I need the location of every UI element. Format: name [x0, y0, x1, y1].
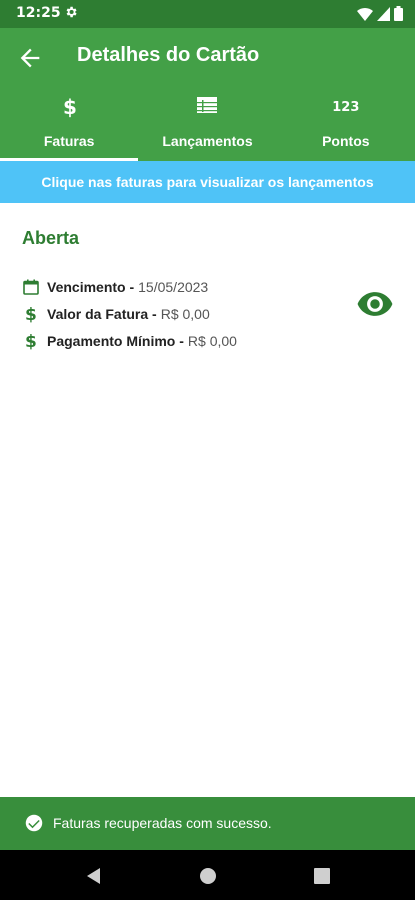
amount-row: $ Valor da Fatura - R$ 0,00 — [22, 305, 210, 323]
tab-lancamentos[interactable]: Lançamentos — [138, 88, 276, 161]
invoice-item[interactable]: Vencimento - 15/05/2023 $ Valor da Fatur… — [0, 270, 415, 360]
dollar-icon: $ — [22, 305, 40, 323]
section-title: Aberta — [22, 228, 80, 248]
settings-gear-icon — [64, 5, 78, 24]
app-bar: Detalhes do Cartão — [0, 28, 415, 88]
due-value: 15/05/2023 — [138, 279, 209, 295]
due-date-row: Vencimento - 15/05/2023 — [22, 278, 208, 296]
wifi-icon — [357, 7, 373, 21]
snackbar-message: Faturas recuperadas com sucesso. — [53, 815, 272, 831]
tab-label: Pontos — [322, 133, 370, 149]
tab-bar: $ Faturas Lançamentos 123 Pontos — [0, 88, 415, 161]
battery-icon — [394, 6, 403, 21]
svg-text:$: $ — [25, 305, 37, 323]
home-nav-icon[interactable] — [196, 864, 220, 888]
amount-value: R$ 0,00 — [160, 306, 210, 322]
view-eye-icon[interactable] — [356, 285, 394, 323]
system-nav-bar — [0, 850, 415, 900]
system-icons — [357, 6, 403, 21]
list-icon — [197, 96, 218, 119]
tab-label: Lançamentos — [162, 133, 253, 149]
amount-label: Valor da Fatura - — [47, 306, 157, 322]
tab-faturas[interactable]: $ Faturas — [0, 88, 139, 161]
status-bar: 12:25 — [0, 0, 415, 28]
snackbar: Faturas recuperadas com sucesso. — [0, 797, 415, 850]
page-title: Detalhes do Cartão — [77, 44, 260, 66]
back-nav-icon[interactable] — [82, 864, 106, 888]
due-label: Vencimento - — [47, 279, 135, 295]
back-arrow-icon[interactable] — [16, 44, 44, 72]
check-circle-icon — [25, 814, 43, 837]
dollar-icon: $ — [22, 332, 40, 350]
svg-text:$: $ — [25, 332, 37, 350]
tab-pontos[interactable]: 123 Pontos — [277, 88, 415, 161]
svg-text:$: $ — [63, 96, 76, 118]
status-time: 12:25 — [16, 5, 61, 21]
minimum-payment-row: $ Pagamento Mínimo - R$ 0,00 — [22, 332, 237, 350]
tab-label: Faturas — [43, 133, 95, 149]
dollar-icon: $ — [62, 95, 77, 123]
minimum-label: Pagamento Mínimo - — [47, 333, 184, 349]
calendar-icon — [22, 278, 40, 296]
numbers-icon: 123 — [332, 100, 360, 115]
recents-nav-icon[interactable] — [310, 864, 334, 888]
minimum-value: R$ 0,00 — [187, 333, 237, 349]
signal-icon — [377, 6, 390, 21]
info-banner: Clique nas faturas para visualizar os la… — [0, 161, 415, 203]
